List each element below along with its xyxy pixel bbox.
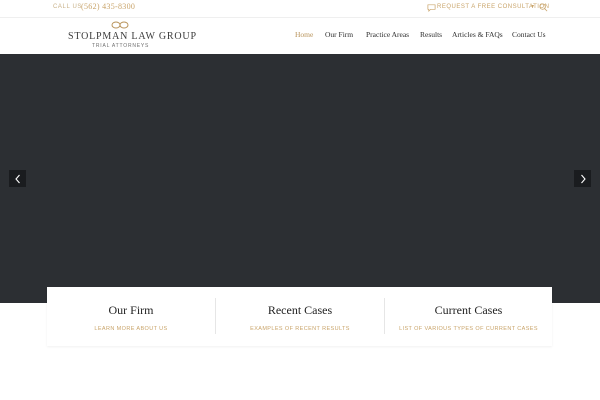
- hero-slider: [0, 54, 600, 303]
- card-title: Current Cases: [434, 303, 503, 317]
- logo-infinity-icon[interactable]: [111, 21, 129, 29]
- slider-next-button[interactable]: [574, 170, 591, 187]
- card-title: Recent Cases: [267, 303, 333, 317]
- chevron-left-icon: [14, 174, 20, 183]
- logo-tagline: TRIAL ATTORNEYS: [92, 43, 150, 49]
- search-icon[interactable]: [539, 3, 548, 12]
- card-recent-cases[interactable]: Recent Cases EXAMPLES OF RECENT RESULTS: [216, 287, 384, 346]
- nav-item-results[interactable]: Results: [420, 30, 442, 39]
- call-us-label: CALL US: [53, 4, 82, 10]
- nav-item-articles-faqs[interactable]: Articles & FAQs: [452, 30, 503, 39]
- phone-number-link[interactable]: (562) 435-8300: [81, 2, 135, 11]
- nav-item-our-firm[interactable]: Our Firm: [325, 30, 353, 39]
- chat-bubble-icon: [427, 4, 436, 12]
- logo-name[interactable]: STOLPMAN LAW GROUP: [68, 31, 197, 42]
- card-our-firm[interactable]: Our Firm LEARN MORE ABOUT US: [47, 287, 215, 346]
- chevron-right-icon: [580, 174, 586, 183]
- card-subtitle[interactable]: LEARN MORE ABOUT US: [47, 326, 215, 332]
- site-header: STOLPMAN LAW GROUP TRIAL ATTORNEYS Home …: [0, 18, 600, 54]
- card-subtitle[interactable]: LIST OF VARIOUS TYPES OF CURRENT CASES: [385, 326, 552, 332]
- top-utility-bar: CALL US (562) 435-8300 REQUEST A FREE CO…: [0, 0, 600, 17]
- nav-item-contact-us[interactable]: Contact Us: [512, 30, 546, 39]
- card-title: Our Firm: [108, 303, 154, 317]
- card-current-cases[interactable]: Current Cases LIST OF VARIOUS TYPES OF C…: [385, 287, 552, 346]
- feature-cards: Our Firm LEARN MORE ABOUT US Recent Case…: [47, 287, 552, 346]
- slider-prev-button[interactable]: [9, 170, 26, 187]
- chevron-down-icon[interactable]: ▾: [531, 3, 534, 10]
- nav-item-home[interactable]: Home: [295, 30, 313, 39]
- card-subtitle[interactable]: EXAMPLES OF RECENT RESULTS: [216, 326, 384, 332]
- nav-item-practice-areas[interactable]: Practice Areas: [366, 30, 409, 39]
